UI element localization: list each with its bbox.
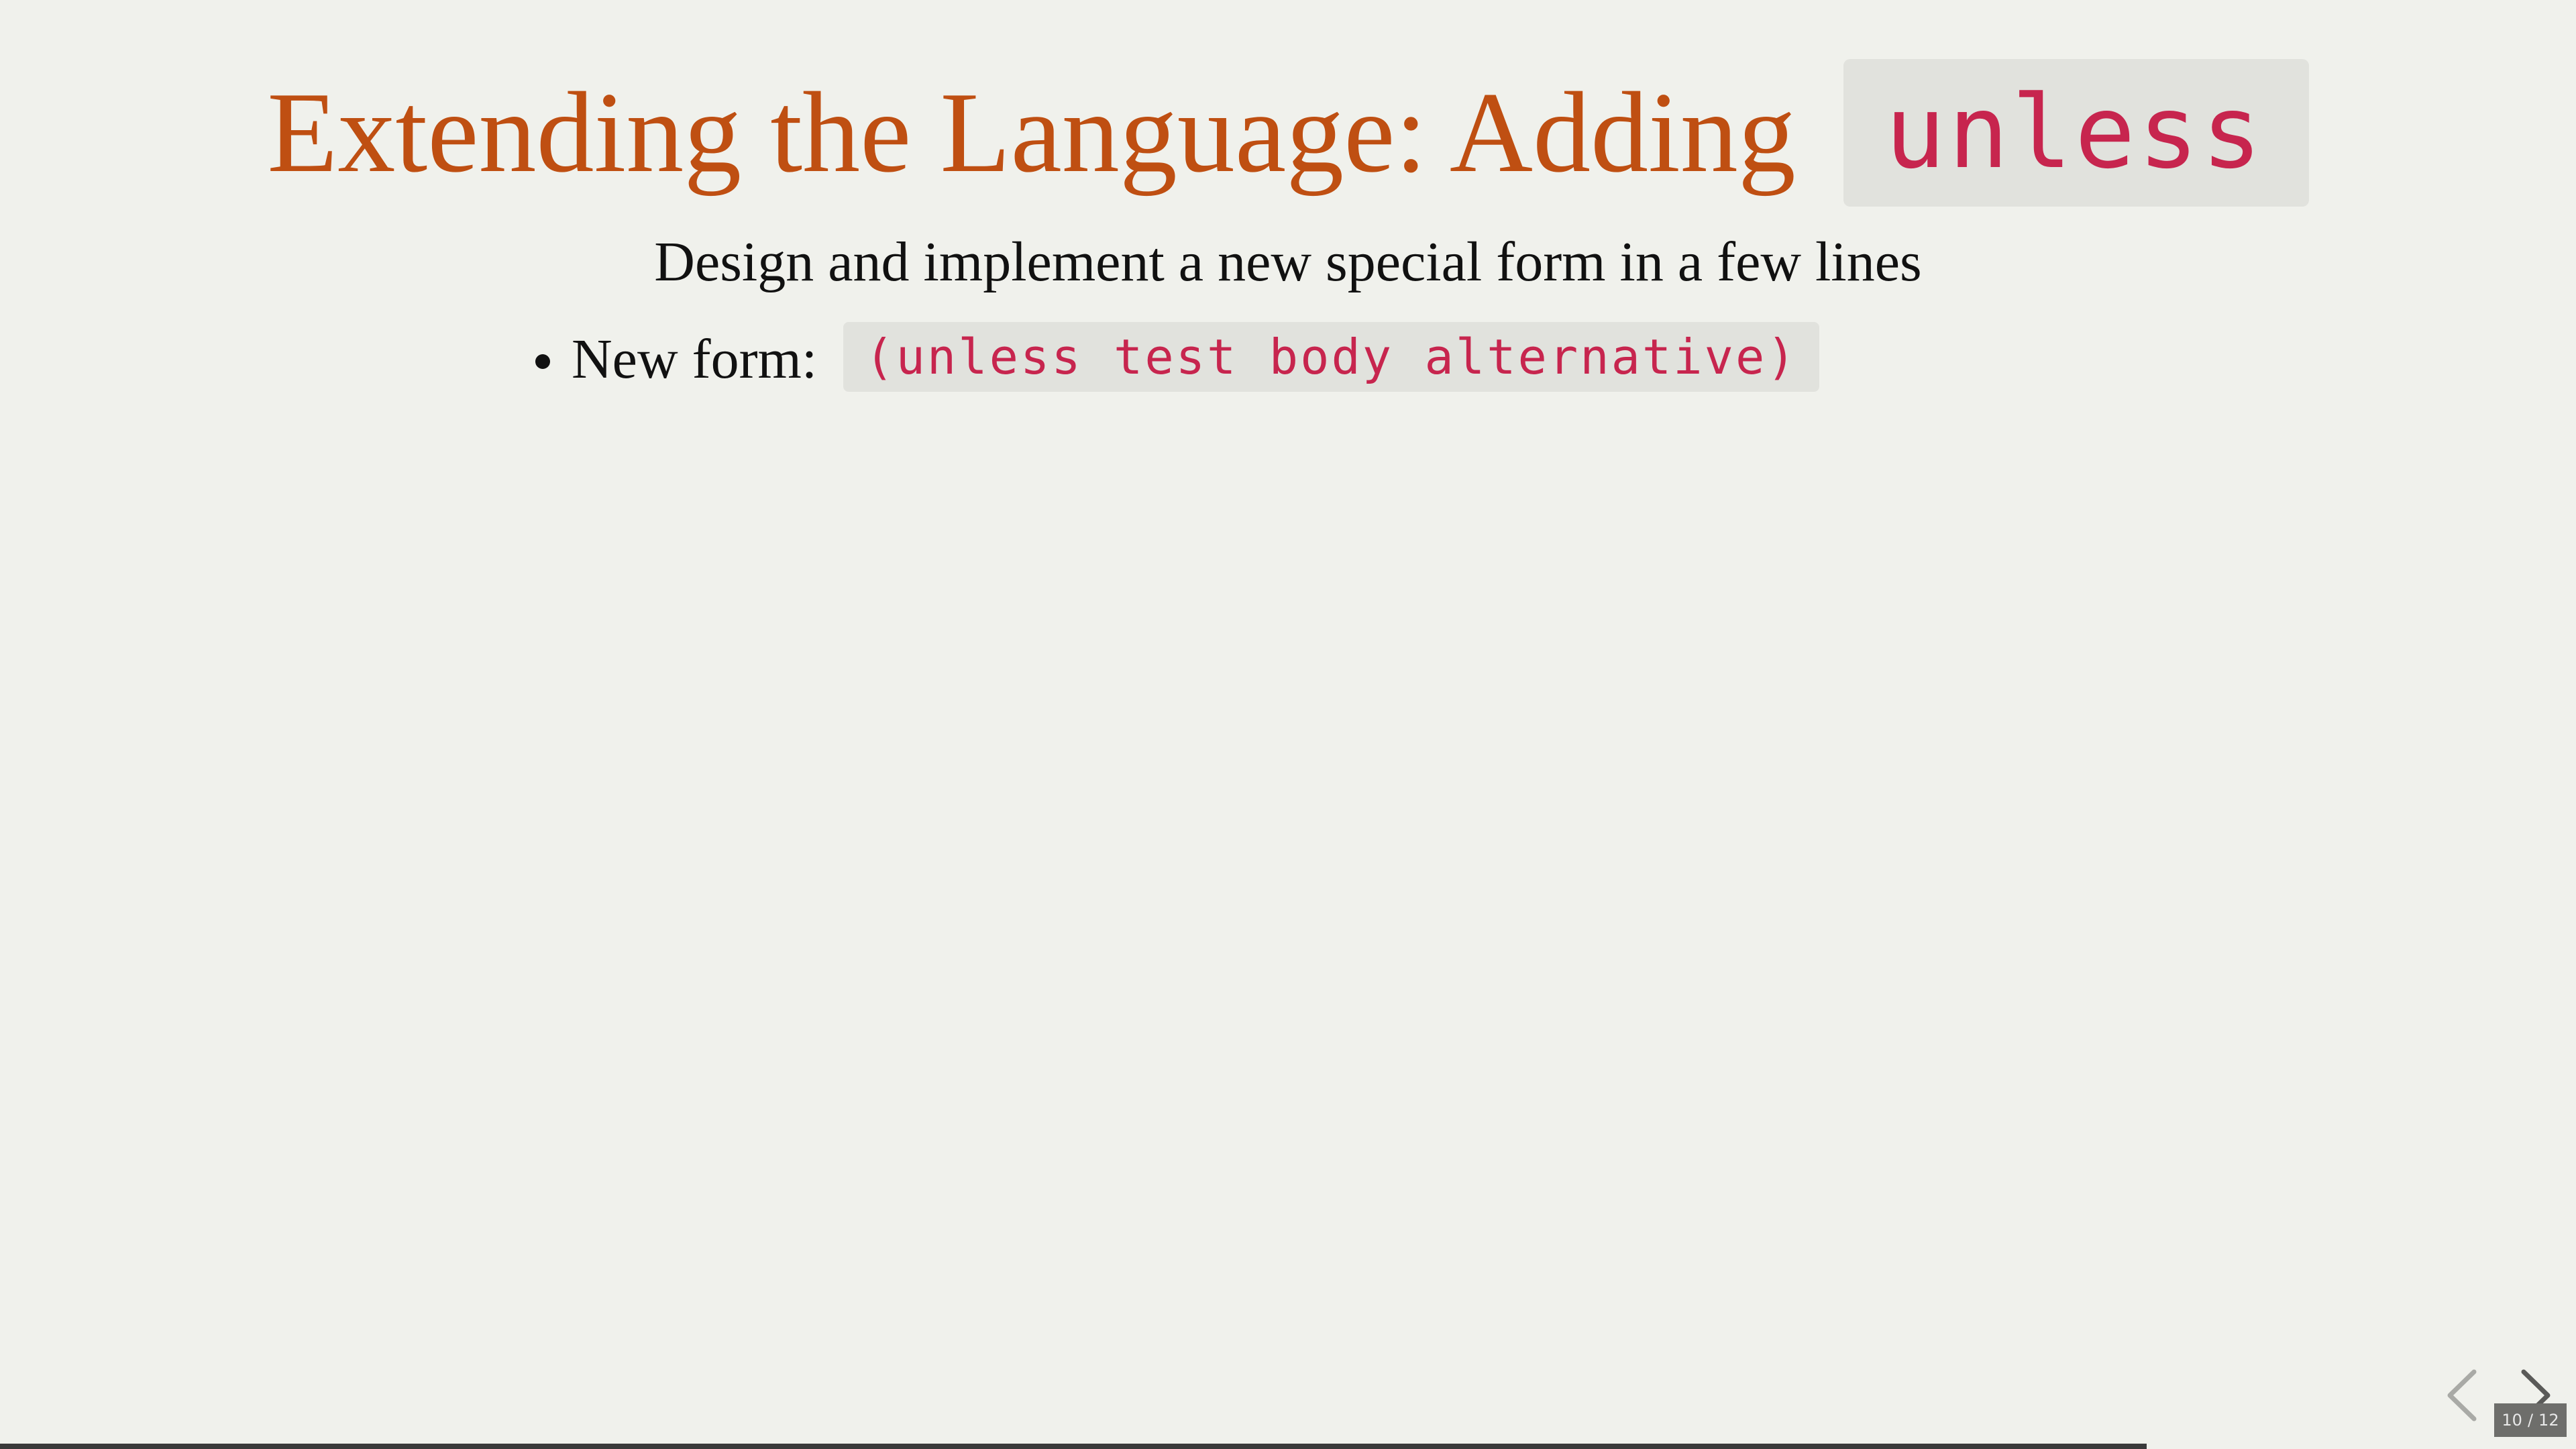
- slide-counter: 10 /12: [2494, 1403, 2567, 1437]
- page-separator: /: [2527, 1411, 2534, 1430]
- slide-title: Extending the Language: Adding unless: [0, 59, 2576, 207]
- slide: Extending the Language: Adding unless De…: [0, 0, 2576, 1449]
- slide-subtitle: Design and implement a new special form …: [654, 231, 1922, 293]
- bullet-label: New form:: [572, 328, 818, 390]
- slide-title-text: Extending the Language: Adding: [267, 69, 1796, 197]
- previous-slide-button[interactable]: [2435, 1365, 2489, 1426]
- total-pages: 12: [2538, 1411, 2559, 1430]
- slide-title-code: unless: [1843, 59, 2309, 207]
- bullet-list: New form: (unless test body alternative): [530, 322, 1819, 397]
- progress-bar[interactable]: [0, 1444, 2576, 1449]
- progress-bar-fill: [0, 1444, 2147, 1449]
- bullet-dot: [535, 354, 550, 369]
- bullet-code: (unless test body alternative): [843, 322, 1819, 392]
- current-page: 10: [2502, 1411, 2522, 1430]
- list-item: New form: (unless test body alternative): [530, 322, 1819, 397]
- chevron-left-icon: [2447, 1369, 2477, 1421]
